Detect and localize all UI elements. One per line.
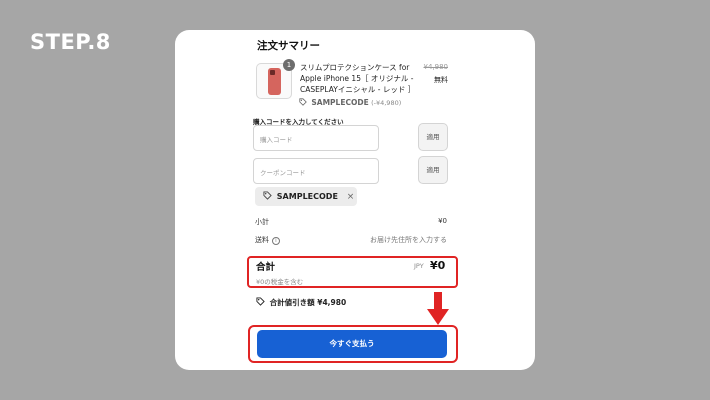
subtotal-value: ¥0 bbox=[438, 217, 447, 225]
pay-now-button[interactable]: 今すぐ支払う bbox=[257, 330, 447, 358]
remove-code-icon[interactable]: × bbox=[347, 192, 355, 202]
subtotal-label: 小計 bbox=[255, 218, 269, 226]
shipping-label-row: 送料 i bbox=[255, 235, 280, 245]
product-discount-code: SAMPLECODE (-¥4,980) bbox=[299, 98, 401, 107]
coupon-code-input[interactable]: クーポンコード bbox=[253, 158, 379, 184]
product-code-text: SAMPLECODE bbox=[311, 98, 369, 107]
apply-purchase-code-button[interactable]: 適用 bbox=[418, 123, 448, 151]
down-arrow-icon bbox=[427, 292, 449, 325]
applied-code-text: SAMPLECODE bbox=[276, 192, 338, 201]
item-price: 無料 bbox=[434, 76, 448, 84]
step-label: STEP.8 bbox=[30, 30, 111, 54]
applied-code-chip: SAMPLECODE × bbox=[255, 187, 357, 206]
product-name: スリムプロテクションケース for Apple iPhone 15［ オリジナル… bbox=[300, 63, 416, 94]
savings-value: ¥4,980 bbox=[317, 298, 347, 307]
savings-label: 合計値引き額 bbox=[269, 298, 315, 307]
info-icon[interactable]: i bbox=[272, 237, 280, 245]
tag-icon bbox=[299, 98, 307, 106]
checkout-summary-card: 注文サマリー 1 スリムプロテクションケース for Apple iPhone … bbox=[175, 30, 535, 370]
apply-coupon-button[interactable]: 適用 bbox=[418, 156, 448, 184]
quantity-badge: 1 bbox=[283, 59, 295, 71]
summary-title: 注文サマリー bbox=[257, 40, 320, 52]
original-price: ¥4,980 bbox=[423, 63, 449, 71]
purchase-code-input[interactable]: 購入コード bbox=[253, 125, 379, 151]
shipping-label: 送料 bbox=[255, 236, 269, 244]
tax-note: ¥0の税金を含む bbox=[256, 278, 304, 286]
product-discount-amount: (-¥4,980) bbox=[371, 99, 402, 107]
tag-icon bbox=[263, 191, 272, 200]
tag-icon bbox=[256, 297, 265, 306]
total-savings: 合計値引き額 ¥4,980 bbox=[256, 297, 346, 308]
phone-case-image bbox=[268, 68, 281, 95]
total-label: 合計 bbox=[256, 262, 276, 273]
total-value: ¥0 bbox=[430, 259, 446, 272]
currency-code: JPY bbox=[414, 262, 424, 270]
shipping-value: お届け先住所を入力する bbox=[370, 236, 447, 244]
